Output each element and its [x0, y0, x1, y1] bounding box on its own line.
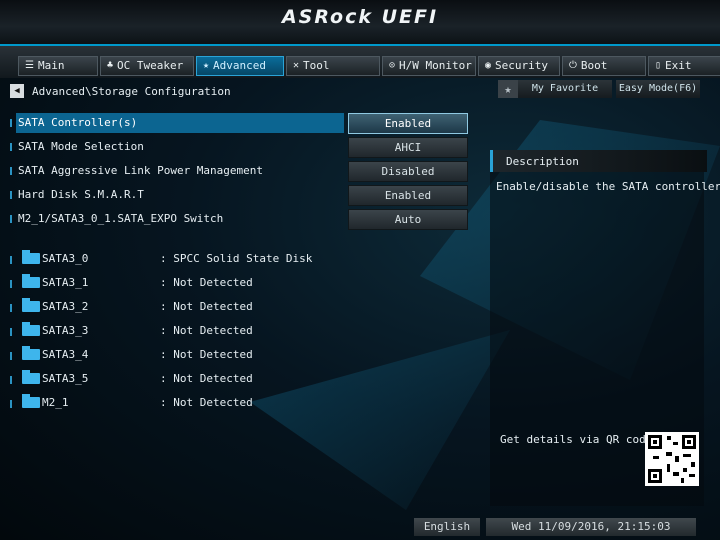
tab-label: Tool — [303, 59, 330, 72]
drive-status: : SPCC Solid State Disk — [160, 252, 313, 265]
tab-main[interactable]: ☰ Main — [18, 56, 98, 76]
breadcrumb-path: Advanced\Storage Configuration — [32, 84, 231, 98]
datetime-display: Wed 11/09/2016, 21:15:03 — [486, 518, 696, 536]
drive-port: SATA3_3 — [42, 324, 89, 337]
setting-row-sata-mode[interactable]: SATA Mode Selection AHCI — [10, 137, 470, 158]
setting-label: M2_1/SATA3_0_1.SATA_EXPO Switch — [18, 212, 224, 225]
drive-port: SATA3_5 — [42, 372, 89, 385]
tab-label: H/W Monitor — [399, 59, 472, 72]
drive-row: M2_1 : Not Detected — [10, 393, 470, 413]
setting-value-button[interactable]: Auto — [348, 209, 468, 230]
tab-label: Exit — [665, 59, 692, 72]
brand-logo: ASRock UEFI — [281, 6, 439, 28]
back-button[interactable]: ◀ — [10, 84, 24, 98]
tab-oc-tweaker[interactable]: ♣ OC Tweaker — [100, 56, 194, 76]
folder-icon — [22, 394, 40, 408]
main-tabs: ☰ Main ♣ OC Tweaker ★ Advanced ✕ Tool ⊙ … — [18, 56, 720, 76]
drive-port: M2_1 — [42, 396, 69, 409]
star-icon: ★ — [203, 60, 210, 71]
tool-icon: ✕ — [293, 60, 300, 71]
row-marker — [10, 256, 12, 264]
drive-status: : Not Detected — [160, 324, 253, 337]
setting-label: SATA Controller(s) — [18, 116, 138, 129]
power-icon: ⏻ — [569, 60, 577, 71]
row-marker — [10, 400, 12, 408]
description-title: Description — [506, 155, 579, 168]
row-marker — [10, 280, 12, 288]
tab-exit[interactable]: ▯ Exit — [648, 56, 720, 76]
row-marker — [10, 352, 12, 360]
row-marker — [10, 143, 12, 151]
tab-label: Security — [495, 59, 549, 72]
my-favorite-label: My Favorite — [518, 80, 612, 98]
description-text: Enable/disable the SATA controllers. — [496, 180, 720, 193]
setting-row-m2-switch[interactable]: M2_1/SATA3_0_1.SATA_EXPO Switch Auto — [10, 209, 470, 230]
drive-status: : Not Detected — [160, 348, 253, 361]
folder-icon — [22, 346, 40, 360]
drive-port: SATA3_2 — [42, 300, 89, 313]
drive-status: : Not Detected — [160, 396, 253, 409]
row-marker — [10, 191, 12, 199]
drive-row: SATA3_3 : Not Detected — [10, 321, 470, 341]
breadcrumb: ◀ Advanced\Storage Configuration — [10, 84, 231, 98]
drive-row: SATA3_4 : Not Detected — [10, 345, 470, 365]
monitor-icon: ⊙ — [389, 60, 396, 71]
my-favorite-button[interactable]: ★ My Favorite — [498, 80, 612, 98]
tab-label: OC Tweaker — [117, 59, 184, 72]
folder-icon — [22, 298, 40, 312]
drive-row: SATA3_2 : Not Detected — [10, 297, 470, 317]
row-marker — [10, 167, 12, 175]
language-button[interactable]: English — [414, 518, 480, 536]
tab-security[interactable]: ◉ Security — [478, 56, 560, 76]
row-marker — [10, 376, 12, 384]
setting-row-smart[interactable]: Hard Disk S.M.A.R.T Enabled — [10, 185, 470, 206]
setting-value-button[interactable]: AHCI — [348, 137, 468, 158]
tab-tool[interactable]: ✕ Tool — [286, 56, 380, 76]
folder-icon — [22, 322, 40, 336]
drive-row: SATA3_0 : SPCC Solid State Disk — [10, 249, 470, 269]
exit-icon: ▯ — [655, 60, 662, 71]
setting-value-button[interactable]: Enabled — [348, 185, 468, 206]
drive-status: : Not Detected — [160, 300, 253, 313]
folder-icon — [22, 250, 40, 264]
drive-status: : Not Detected — [160, 276, 253, 289]
security-icon: ◉ — [485, 60, 492, 71]
setting-label: Hard Disk S.M.A.R.T — [18, 188, 144, 201]
drive-row: SATA3_5 : Not Detected — [10, 369, 470, 389]
drive-port: SATA3_0 — [42, 252, 89, 265]
favorite-star-icon[interactable]: ★ — [498, 80, 518, 98]
easy-mode-button[interactable]: Easy Mode(F6) — [616, 80, 700, 98]
tab-advanced[interactable]: ★ Advanced — [196, 56, 284, 76]
tab-label: Main — [37, 59, 65, 72]
row-marker — [10, 119, 12, 127]
row-marker — [10, 215, 12, 223]
tab-hw-monitor[interactable]: ⊙ H/W Monitor — [382, 56, 476, 76]
row-marker — [10, 328, 12, 336]
drive-port: SATA3_1 — [42, 276, 89, 289]
qr-code-icon — [645, 432, 699, 486]
setting-value-button[interactable]: Disabled — [348, 161, 468, 182]
setting-value-button[interactable]: Enabled — [348, 113, 468, 134]
tab-boot[interactable]: ⏻ Boot — [562, 56, 646, 76]
setting-label: SATA Mode Selection — [18, 140, 144, 153]
folder-icon — [22, 274, 40, 288]
qr-hint-text: Get details via QR code — [500, 433, 653, 446]
folder-icon — [22, 370, 40, 384]
setting-label: SATA Aggressive Link Power Management — [18, 164, 264, 177]
row-marker — [10, 304, 12, 312]
drive-port: SATA3_4 — [42, 348, 89, 361]
drive-row: SATA3_1 : Not Detected — [10, 273, 470, 293]
tab-label: Boot — [580, 59, 608, 72]
setting-row-link-power[interactable]: SATA Aggressive Link Power Management Di… — [10, 161, 470, 182]
tab-label: Advanced — [213, 59, 267, 72]
setting-row-sata-controllers[interactable]: SATA Controller(s) Enabled — [10, 113, 470, 134]
menu-icon: ☰ — [25, 60, 34, 71]
drive-status: : Not Detected — [160, 372, 253, 385]
tweaker-icon: ♣ — [107, 60, 114, 71]
